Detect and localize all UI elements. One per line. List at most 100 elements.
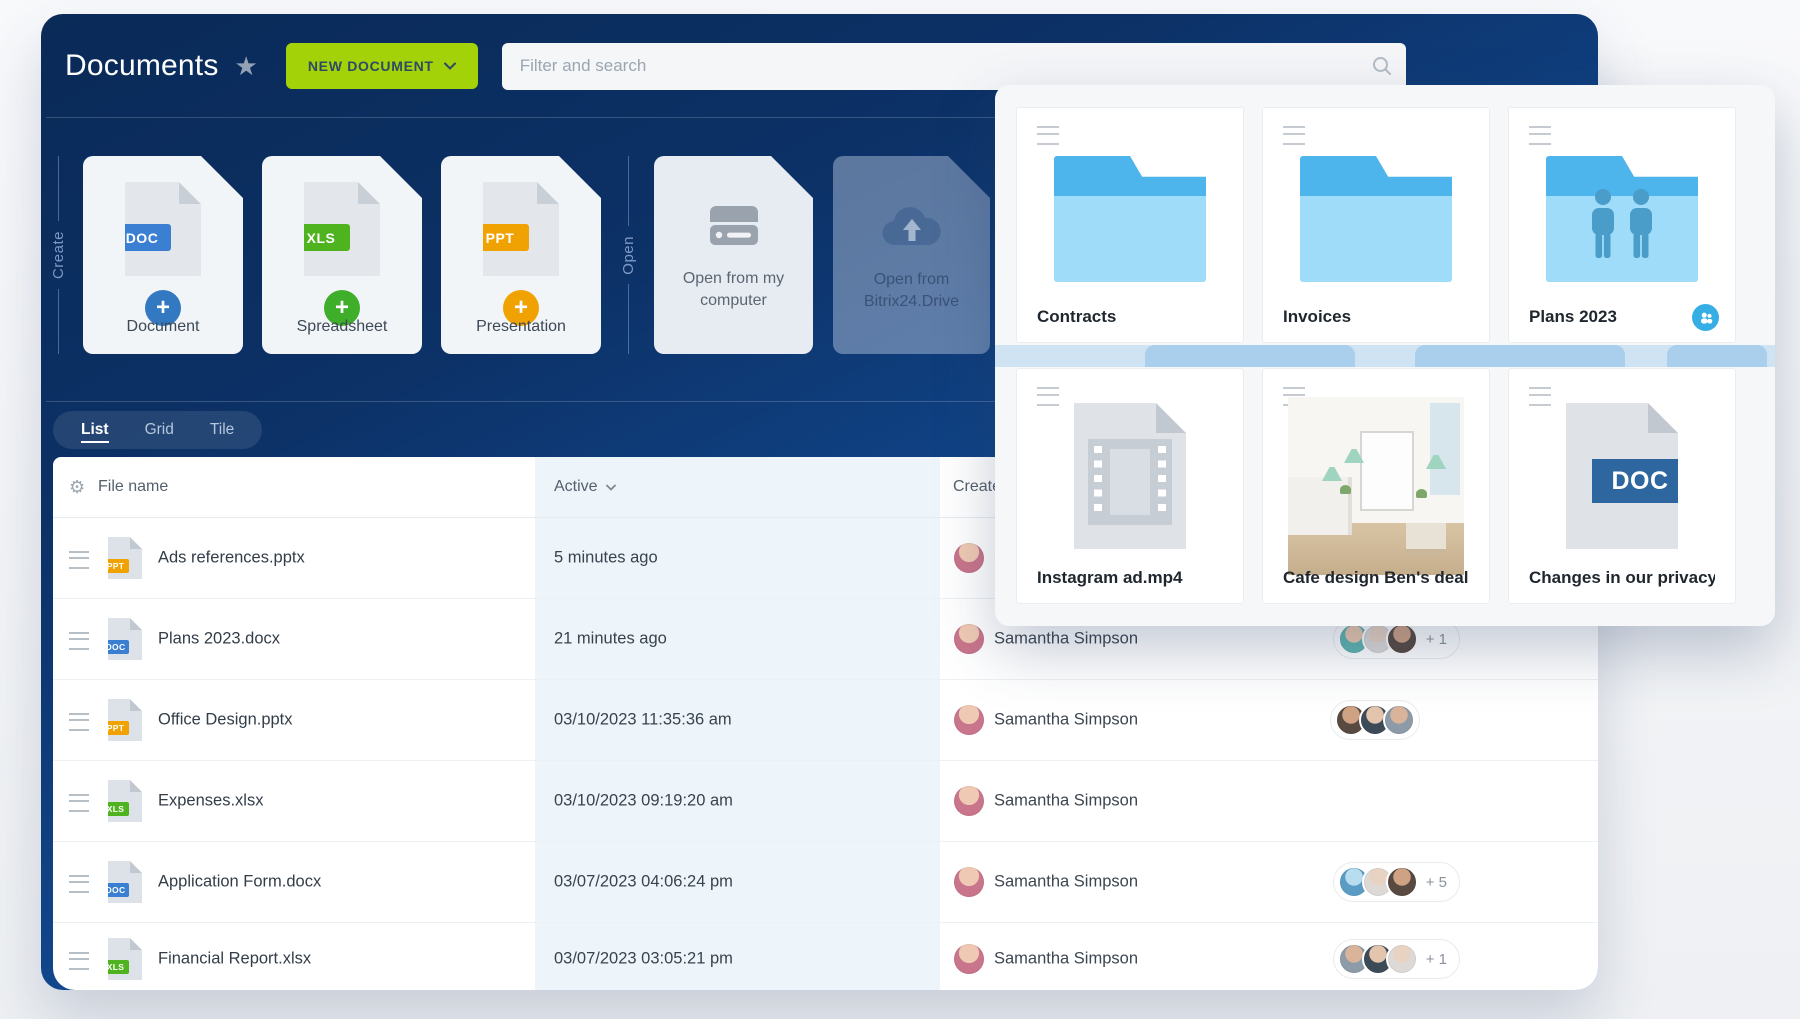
file-tile-cafe-design[interactable]: Cafe design Ben's deal.jpg bbox=[1262, 368, 1490, 604]
file-name[interactable]: Office Design.pptx bbox=[158, 711, 293, 730]
file-type-icon: DOC bbox=[108, 861, 142, 903]
avatar[interactable] bbox=[954, 867, 984, 897]
folder-tile-contracts[interactable]: Contracts bbox=[1016, 107, 1244, 343]
folder-tile-invoices[interactable]: Invoices bbox=[1262, 107, 1490, 343]
drag-handle-icon[interactable] bbox=[69, 713, 89, 731]
page-fold bbox=[179, 182, 201, 204]
creator-name[interactable]: Samantha Simpson bbox=[994, 711, 1138, 730]
modified-time: 5 minutes ago bbox=[554, 549, 658, 568]
open-from-drive-card[interactable]: Open from Bitrix24.Drive bbox=[833, 156, 990, 354]
creator-name[interactable]: Samantha Simpson bbox=[994, 950, 1138, 969]
xls-badge: XLS bbox=[292, 224, 350, 251]
create-spreadsheet-card[interactable]: XLS + Spreadsheet bbox=[262, 156, 422, 354]
divider bbox=[58, 289, 59, 354]
page-fold bbox=[358, 182, 380, 204]
file-name[interactable]: Application Form.docx bbox=[158, 873, 321, 892]
tile-label: Invoices bbox=[1283, 307, 1351, 327]
creator-name[interactable]: Samantha Simpson bbox=[994, 792, 1138, 811]
tile-label: Instagram ad.mp4 bbox=[1037, 568, 1183, 588]
avatar[interactable] bbox=[954, 624, 984, 654]
tile-menu-icon[interactable] bbox=[1037, 126, 1059, 145]
tab-grid[interactable]: Grid bbox=[145, 421, 174, 439]
file-name[interactable]: Ads references.pptx bbox=[158, 549, 305, 568]
shared-extra-count: + 1 bbox=[1426, 951, 1447, 968]
tab-list[interactable]: List bbox=[81, 421, 109, 439]
avatar[interactable] bbox=[954, 705, 984, 735]
modified-time: 03/10/2023 09:19:20 am bbox=[554, 792, 733, 811]
modified-time: 03/10/2023 11:35:36 am bbox=[554, 711, 732, 730]
shared-extra-count: + 1 bbox=[1426, 631, 1447, 648]
creator-name[interactable]: Samantha Simpson bbox=[994, 630, 1138, 649]
table-row[interactable]: XLS Financial Report.xlsx 03/07/2023 03:… bbox=[53, 923, 1598, 990]
shared-extra-count: + 5 bbox=[1426, 874, 1447, 891]
avatar bbox=[1386, 943, 1418, 975]
tile-menu-icon[interactable] bbox=[1529, 126, 1551, 145]
create-document-card[interactable]: DOC + Document bbox=[83, 156, 243, 354]
divider bbox=[628, 284, 629, 354]
file-type-icon: PPT bbox=[108, 699, 142, 741]
file-type-icon: DOC bbox=[108, 618, 142, 660]
video-file-icon bbox=[1074, 403, 1186, 549]
tile-label: Plans 2023 bbox=[1529, 307, 1617, 327]
tile-label: Contracts bbox=[1037, 307, 1116, 327]
new-document-button[interactable]: NEW DOCUMENT bbox=[286, 43, 478, 89]
drive-tile-grid: Contracts Invoices Plans 2023 bbox=[1016, 107, 1736, 604]
table-row[interactable]: DOC Application Form.docx 03/07/2023 04:… bbox=[53, 842, 1598, 923]
modified-time: 03/07/2023 03:05:21 pm bbox=[554, 950, 733, 969]
view-switcher: List Grid Tile bbox=[53, 411, 262, 449]
avatar bbox=[1386, 623, 1418, 655]
table-row[interactable]: XLS Expenses.xlsx 03/10/2023 09:19:20 am… bbox=[53, 761, 1598, 842]
table-row[interactable]: PPT Office Design.pptx 03/10/2023 11:35:… bbox=[53, 680, 1598, 761]
divider bbox=[628, 156, 629, 226]
drag-handle-icon[interactable] bbox=[69, 952, 89, 970]
folder-tile-plans-2023[interactable]: Plans 2023 bbox=[1508, 107, 1736, 343]
column-header-active[interactable]: Active bbox=[554, 457, 616, 517]
avatar[interactable] bbox=[954, 786, 984, 816]
image-thumbnail bbox=[1288, 397, 1464, 575]
file-name[interactable]: Expenses.xlsx bbox=[158, 792, 263, 811]
avatar[interactable] bbox=[954, 543, 984, 573]
sort-chevron-icon bbox=[606, 484, 616, 491]
create-presentation-card[interactable]: PPT + Presentation bbox=[441, 156, 601, 354]
tile-menu-icon[interactable] bbox=[1283, 126, 1305, 145]
page-fold bbox=[537, 182, 559, 204]
file-name[interactable]: Plans 2023.docx bbox=[158, 630, 280, 649]
hard-drive-icon bbox=[706, 204, 762, 248]
search-icon[interactable] bbox=[1372, 56, 1392, 76]
file-name[interactable]: Financial Report.xlsx bbox=[158, 950, 311, 969]
drag-handle-icon[interactable] bbox=[69, 794, 89, 812]
drag-handle-icon[interactable] bbox=[69, 875, 89, 893]
file-tile-privacy-policy[interactable]: DOC Changes in our privacy polic... bbox=[1508, 368, 1736, 604]
drag-handle-icon[interactable] bbox=[69, 551, 89, 569]
search-input[interactable] bbox=[502, 43, 1406, 90]
drag-handle-icon[interactable] bbox=[69, 632, 89, 650]
shared-users-pill[interactable] bbox=[1330, 700, 1420, 740]
open-from-computer-card[interactable]: Open from my computer bbox=[654, 156, 813, 354]
new-document-label: NEW DOCUMENT bbox=[308, 58, 434, 74]
creator-name[interactable]: Samantha Simpson bbox=[994, 873, 1138, 892]
file-tile-instagram-ad[interactable]: Instagram ad.mp4 bbox=[1016, 368, 1244, 604]
doc-badge: DOC bbox=[1592, 459, 1688, 503]
tile-menu-icon[interactable] bbox=[1037, 387, 1059, 406]
presentation-file-icon: PPT bbox=[483, 182, 559, 276]
open-label-text: Open bbox=[620, 236, 637, 275]
document-file-icon: DOC bbox=[125, 182, 201, 276]
column-header-file-name[interactable]: File name bbox=[98, 457, 168, 517]
file-type-icon: PPT bbox=[108, 537, 142, 579]
open-section-label: Open bbox=[614, 156, 642, 354]
shared-users-pill[interactable]: + 5 bbox=[1333, 862, 1460, 902]
favorite-star-icon[interactable]: ★ bbox=[235, 53, 258, 79]
tab-tile[interactable]: Tile bbox=[210, 421, 234, 439]
shared-folder-icon bbox=[1546, 156, 1698, 282]
gear-icon[interactable]: ⚙ bbox=[69, 457, 85, 517]
spreadsheet-file-icon: XLS bbox=[304, 182, 380, 276]
page-title: Documents bbox=[65, 49, 219, 83]
create-section-label: Create bbox=[44, 156, 72, 354]
doc-file-icon: DOC bbox=[1566, 403, 1678, 549]
tile-menu-icon[interactable] bbox=[1529, 387, 1551, 406]
create-card-label: Presentation bbox=[441, 318, 601, 336]
avatar[interactable] bbox=[954, 944, 984, 974]
shared-badge-icon bbox=[1692, 304, 1719, 331]
shared-users-pill[interactable]: + 1 bbox=[1333, 939, 1460, 979]
modified-time: 21 minutes ago bbox=[554, 630, 667, 649]
